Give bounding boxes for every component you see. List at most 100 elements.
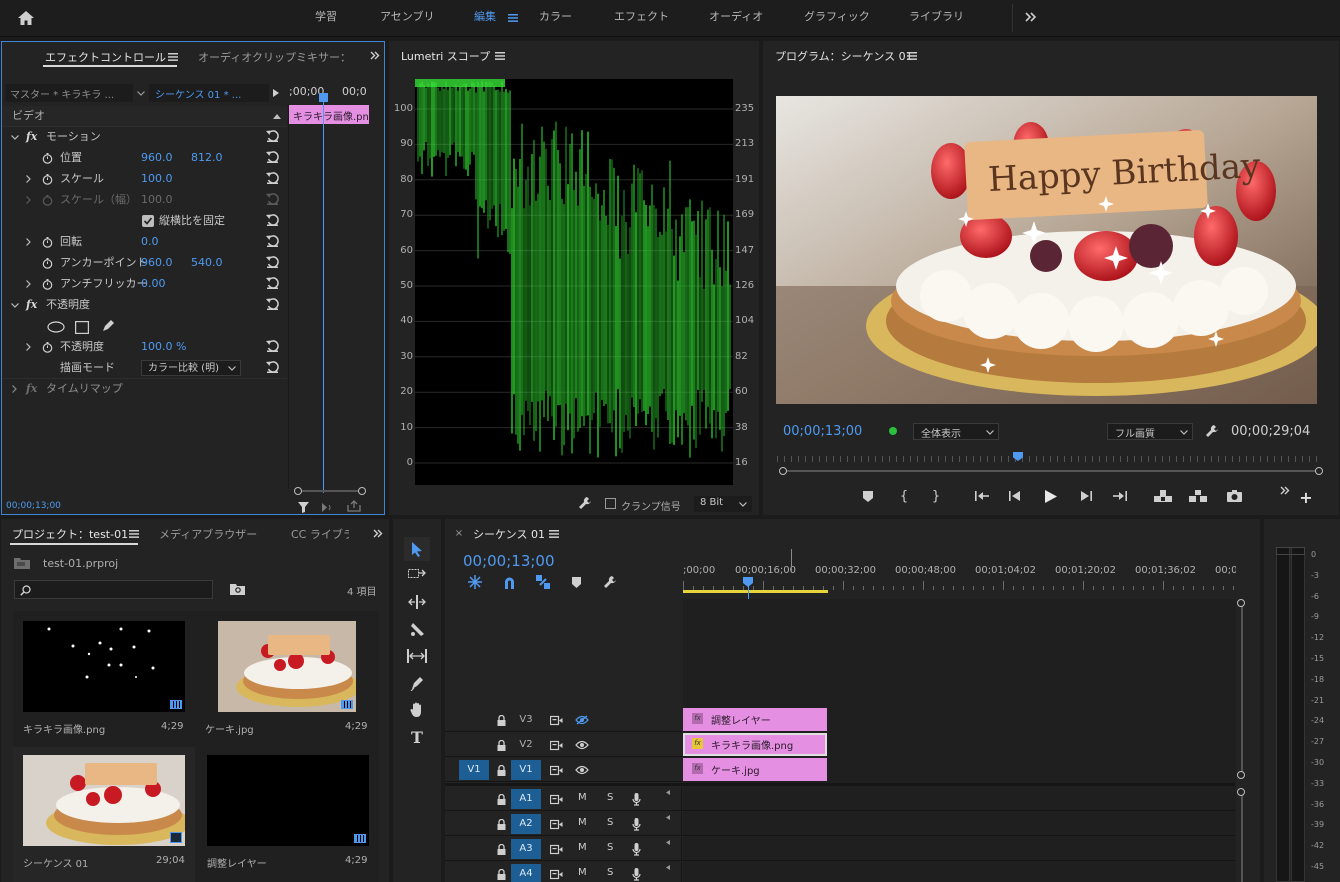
- reset-parameter-icon[interactable]: [266, 193, 280, 207]
- sync-lock-icon[interactable]: [549, 843, 563, 855]
- chevron-down-icon[interactable]: [10, 133, 19, 141]
- timeline-video-scrollbar[interactable]: [1237, 599, 1247, 781]
- program-zoom-bar[interactable]: [779, 467, 1323, 475]
- timeline-sequence-tab[interactable]: シーケンス 01: [473, 526, 545, 542]
- reset-parameter-icon[interactable]: [266, 172, 280, 186]
- position-y-value[interactable]: 812.0: [191, 148, 223, 168]
- solo-button[interactable]: S: [607, 817, 613, 828]
- source-patch-v1[interactable]: V1: [459, 760, 489, 780]
- track-target-a4[interactable]: A4: [511, 864, 541, 882]
- program-monitor-title[interactable]: プログラム：シーケンス 01: [775, 48, 913, 64]
- chevron-right-icon[interactable]: [10, 385, 18, 393]
- wrench-icon[interactable]: [1204, 423, 1220, 439]
- project-item-cake[interactable]: ケーキ.jpg 4;29: [197, 611, 379, 747]
- scale-row[interactable]: スケール 100.0: [2, 169, 287, 189]
- eye-hidden-icon[interactable]: [575, 715, 589, 725]
- lock-icon[interactable]: [496, 714, 506, 726]
- sync-lock-icon[interactable]: [549, 868, 563, 880]
- slip-tool-button[interactable]: [404, 645, 430, 667]
- nest-sequence-icon[interactable]: [467, 574, 483, 590]
- lumetri-scopes-title[interactable]: Lumetri スコープ: [401, 48, 490, 64]
- reset-parameter-icon[interactable]: [266, 298, 280, 312]
- mute-button[interactable]: M: [578, 867, 587, 878]
- scale-value[interactable]: 100.0: [141, 169, 173, 189]
- filter-icon[interactable]: [296, 500, 310, 514]
- bit-depth-select[interactable]: 8 Bit: [694, 496, 752, 512]
- master-clip-selector[interactable]: マスター * キラキラ ...: [5, 84, 133, 102]
- stopwatch-icon[interactable]: [41, 257, 53, 269]
- anchor-point-row[interactable]: アンカーポイント 960.0 540.0: [2, 253, 287, 273]
- track-target-v1[interactable]: V1: [511, 760, 541, 780]
- project-item-adjustment[interactable]: 調整レイヤー 4;29: [197, 747, 379, 882]
- double-chevron-right-icon[interactable]: [368, 48, 382, 62]
- razor-tool-button[interactable]: [404, 618, 430, 640]
- clip-cake-image[interactable]: fx ケーキ.jpg: [683, 758, 827, 781]
- add-button-icon[interactable]: +: [1298, 488, 1314, 507]
- workspace-tab-audio[interactable]: オーディオ: [709, 0, 763, 36]
- mini-timeline-playhead[interactable]: [323, 98, 324, 493]
- lift-button[interactable]: [1152, 487, 1174, 505]
- track-target-a2[interactable]: A2: [511, 814, 541, 834]
- reset-parameter-icon[interactable]: [266, 151, 280, 165]
- reset-parameter-icon[interactable]: [266, 130, 280, 144]
- mark-out-button[interactable]: }: [927, 487, 945, 505]
- stopwatch-icon[interactable]: [41, 341, 53, 353]
- anchor-x-value[interactable]: 960.0: [141, 253, 173, 273]
- sync-lock-icon[interactable]: [549, 764, 563, 776]
- project-item-sequence[interactable]: シーケンス 01 29;04: [13, 747, 195, 882]
- home-icon[interactable]: [14, 7, 38, 29]
- rotation-row[interactable]: 回転 0.0: [2, 232, 287, 252]
- snap-icon[interactable]: [501, 574, 517, 590]
- wrench-icon[interactable]: [577, 495, 593, 511]
- hand-tool-button[interactable]: [404, 699, 430, 721]
- reset-parameter-icon[interactable]: [266, 361, 280, 375]
- track-target-v3[interactable]: V3: [511, 710, 541, 730]
- solo-button[interactable]: S: [607, 842, 613, 853]
- track-target-v2[interactable]: V2: [511, 735, 541, 755]
- work-area-bar[interactable]: [683, 590, 828, 593]
- add-marker-icon[interactable]: [569, 575, 583, 589]
- timeline-ruler[interactable]: ;00;00 00;00;16;00 00;00;32;00 00;00;48;00 0…: [683, 559, 1236, 595]
- workspace-tab-graphics[interactable]: グラフィック: [804, 0, 870, 36]
- reset-parameter-icon[interactable]: [266, 256, 280, 270]
- reset-parameter-icon[interactable]: [266, 340, 280, 354]
- lock-icon[interactable]: [496, 868, 506, 880]
- stopwatch-icon[interactable]: [41, 278, 53, 290]
- export-frame-button[interactable]: [1224, 487, 1244, 505]
- stopwatch-icon[interactable]: [41, 152, 53, 164]
- track-target-a3[interactable]: A3: [511, 839, 541, 859]
- microphone-icon[interactable]: [631, 817, 641, 831]
- stopwatch-icon[interactable]: [41, 236, 53, 248]
- position-x-value[interactable]: 960.0: [141, 148, 173, 168]
- tab-effect-controls[interactable]: エフェクトコントロール: [45, 49, 166, 65]
- workspace-tab-assembly[interactable]: アセンブリ: [380, 0, 434, 36]
- extract-button[interactable]: [1187, 487, 1209, 505]
- mark-in-button[interactable]: {: [895, 487, 913, 505]
- chevron-right-icon[interactable]: [24, 175, 32, 183]
- project-search-input[interactable]: [14, 580, 213, 599]
- ellipse-mask-icon[interactable]: [46, 319, 66, 335]
- uniform-scale-row[interactable]: 縦横比を固定: [2, 211, 287, 231]
- play-audio-icon[interactable]: [320, 500, 334, 514]
- anti-flicker-row[interactable]: アンチフリッカー 0.00: [2, 274, 287, 294]
- lock-icon[interactable]: [496, 793, 506, 805]
- ripple-edit-tool-button[interactable]: [404, 591, 430, 613]
- tab-audio-clip-mixer[interactable]: オーディオクリップミキサー：シ: [198, 49, 348, 65]
- type-tool-button[interactable]: T: [404, 726, 430, 748]
- effect-opacity-row[interactable]: fx 不透明度: [2, 295, 287, 315]
- play-button[interactable]: [1041, 486, 1061, 506]
- eye-icon[interactable]: [575, 740, 589, 750]
- eye-icon[interactable]: [575, 765, 589, 775]
- microphone-icon[interactable]: [631, 792, 641, 806]
- clip-sparkle-image[interactable]: fx キラキラ画像.png: [683, 733, 827, 756]
- panel-menu-icon[interactable]: [493, 50, 507, 62]
- anchor-y-value[interactable]: 540.0: [191, 253, 223, 273]
- workspace-tab-effects[interactable]: エフェクト: [614, 0, 669, 36]
- panel-menu-icon[interactable]: [905, 50, 919, 62]
- position-row[interactable]: 位置 960.0 812.0: [2, 148, 287, 168]
- new-bin-search-icon[interactable]: [228, 581, 246, 597]
- pen-mask-icon[interactable]: [100, 318, 116, 334]
- go-to-in-button[interactable]: [972, 487, 992, 505]
- chevron-right-icon[interactable]: [24, 238, 32, 246]
- clamp-signal-checkbox[interactable]: [605, 498, 616, 509]
